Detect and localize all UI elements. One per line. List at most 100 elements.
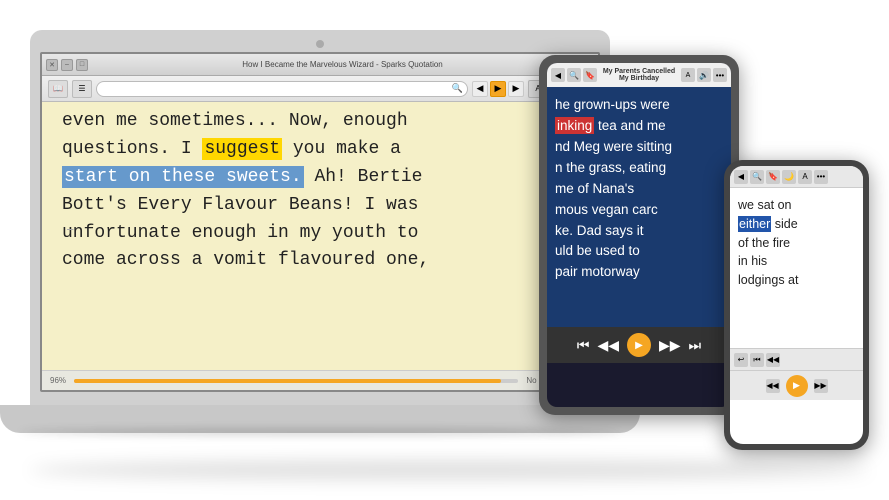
phone-line1: we sat on: [738, 196, 855, 215]
content-line4: Bott's Every Flavour Beans! I was: [62, 192, 578, 220]
tablet-audio-icon[interactable]: 🔊: [697, 68, 711, 82]
maximize-btn[interactable]: □: [76, 59, 88, 71]
tablet-text-line1a: he grown-ups were: [555, 97, 670, 112]
phone-rewind-icon[interactable]: ◀◀: [766, 353, 780, 367]
phone-text-line4: lodgings at: [738, 273, 798, 287]
laptop-navbar: 📖 ☰ 🔍 ◀ ▶ ▶ A ⚙ ?: [42, 76, 598, 102]
tablet-book-title: My Parents Cancelled My Birthday: [599, 68, 679, 82]
phone-more-icon[interactable]: •••: [814, 170, 828, 184]
phone-moon-icon[interactable]: 🌙: [782, 170, 796, 184]
search-icon: 🔍: [452, 83, 463, 94]
laptop-body: ✕ – □ How I Became the Marvelous Wizard …: [30, 30, 610, 410]
highlighted-suggest: suggest: [202, 138, 282, 160]
phone-font-icon[interactable]: A: [798, 170, 812, 184]
tablet-device: ◀ 🔍 🔖 My Parents Cancelled My Birthday A…: [539, 55, 739, 415]
tablet-text-line7: uld be used to: [555, 243, 640, 258]
prev-btn[interactable]: ◀: [472, 81, 488, 97]
tablet-text-line6: ke. Dad says it: [555, 223, 644, 238]
phone-device: ◀ 🔍 🔖 🌙 A ••• we sat on either side: [724, 160, 869, 450]
phone-bookmark-icon[interactable]: 🔖: [766, 170, 780, 184]
highlighted-line3: start on these sweets.: [62, 166, 304, 188]
progress-bar-container[interactable]: [74, 379, 518, 383]
phone-screen: ◀ 🔍 🔖 🌙 A ••• we sat on either side: [730, 166, 863, 444]
tablet-rewind-btn[interactable]: ◀◀: [597, 337, 619, 354]
phone-text-line1a: we sat on: [738, 198, 792, 212]
phone-undo-icon[interactable]: ↩: [734, 353, 748, 367]
play-btn[interactable]: ▶: [490, 81, 506, 97]
phone-line4: lodgings at: [738, 271, 855, 290]
phone-line2: of the fire: [738, 234, 855, 253]
phone-player: ◀◀ ▶ ▶▶: [730, 370, 863, 400]
content-line6: come across a vomit flavoured one,: [62, 247, 578, 275]
phone-toolbar-top: ◀ 🔍 🔖 🌙 A •••: [730, 166, 863, 188]
tablet-line3: n the grass, eating: [555, 158, 723, 179]
text-line2b: you make a: [282, 139, 401, 159]
laptop-titlebar: ✕ – □ How I Became the Marvelous Wizard …: [42, 54, 598, 76]
phone-search-icon[interactable]: 🔍: [750, 170, 764, 184]
text-line6: come across a vomit flavoured one,: [62, 250, 429, 270]
laptop-screen: ✕ – □ How I Became the Marvelous Wizard …: [40, 52, 600, 392]
phone-body: ◀ 🔍 🔖 🌙 A ••• we sat on either side: [724, 160, 869, 450]
tablet-text-line2: nd Meg were sitting: [555, 139, 672, 154]
content-line2: questions. I suggest you make a: [62, 136, 578, 164]
tablet-player: ⏮ ◀◀ ▶ ▶▶ ⏭: [547, 327, 731, 363]
phone-skip-back-icon[interactable]: ⏮: [750, 353, 764, 367]
tablet-fast-fwd-btn[interactable]: ▶▶: [659, 337, 681, 354]
tablet-text-1b: tea and me: [594, 118, 665, 133]
tablet-line4: me of Nana's: [555, 179, 723, 200]
menu-icon[interactable]: ☰: [72, 80, 92, 98]
tablet-font-icon[interactable]: A: [681, 68, 695, 82]
line-marker-right: –: [66, 220, 588, 242]
tablet-line1: he grown-ups were: [555, 95, 723, 116]
next-btn[interactable]: ▶: [508, 81, 524, 97]
close-btn[interactable]: ✕: [46, 59, 58, 71]
content-line5: – unfortunate enough in my youth to –: [62, 220, 578, 248]
tablet-line-drinking: inking tea and me: [555, 116, 723, 137]
tablet-text-line8: pair motorway: [555, 264, 640, 279]
tablet-search-icon[interactable]: 🔍: [567, 68, 581, 82]
text-line1: even me sometimes... Now, enough: [62, 111, 408, 131]
window-title: How I Became the Marvelous Wizard - Spar…: [91, 60, 594, 69]
phone-toolbar-bottom: ↩ ⏮ ◀◀: [730, 348, 863, 370]
phone-back-icon[interactable]: ◀: [734, 170, 748, 184]
phone-next-btn[interactable]: ▶▶: [814, 379, 828, 393]
book-content: even me sometimes... Now, enough questio…: [42, 102, 598, 283]
tablet-drinking-word: inking: [555, 117, 594, 134]
tablet-line5: mous vegan carc: [555, 200, 723, 221]
tablet-book-content: he grown-ups were inking tea and me nd M…: [547, 87, 731, 327]
book-icon[interactable]: 📖: [48, 80, 68, 98]
content-line1: even me sometimes... Now, enough: [62, 108, 578, 136]
tablet-more-icon[interactable]: •••: [713, 68, 727, 82]
phone-text-side: side: [771, 217, 797, 231]
tablet-skip-fwd-btn[interactable]: ⏭: [689, 337, 702, 354]
text-line4: Bott's Every Flavour Beans! I was: [62, 195, 418, 215]
search-bar[interactable]: 🔍: [96, 81, 468, 97]
nav-controls: ◀ ▶ ▶: [472, 81, 524, 97]
tablet-screen: ◀ 🔍 🔖 My Parents Cancelled My Birthday A…: [547, 63, 731, 407]
progress-bar-fill: [74, 379, 501, 383]
tablet-back-icon[interactable]: ◀: [551, 68, 565, 82]
laptop-base-shadow: [20, 428, 620, 436]
phone-line-either: either side: [738, 215, 855, 234]
tablet-body: ◀ 🔍 🔖 My Parents Cancelled My Birthday A…: [539, 55, 739, 415]
minimize-btn[interactable]: –: [61, 59, 73, 71]
phone-prev-btn[interactable]: ◀◀: [766, 379, 780, 393]
screen-footer: 96% No page numbers: [42, 370, 598, 390]
phone-text-line3: in his: [738, 254, 767, 268]
phone-play-btn[interactable]: ▶: [786, 375, 808, 397]
phone-book-content: we sat on either side of the fire in his…: [730, 188, 863, 348]
tablet-text-line4: me of Nana's: [555, 181, 634, 196]
tablet-skip-back-btn[interactable]: ⏮: [577, 337, 590, 354]
tablet-text-line3: n the grass, eating: [555, 160, 666, 175]
content-line3: start on these sweets. Ah! Bertie: [62, 164, 578, 192]
tablet-play-btn[interactable]: ▶: [627, 333, 651, 357]
tablet-line2: nd Meg were sitting: [555, 137, 723, 158]
progress-percent: 96%: [50, 376, 66, 385]
phone-line3: in his: [738, 252, 855, 271]
tablet-bookmark-icon[interactable]: 🔖: [583, 68, 597, 82]
phone-text-line2: of the fire: [738, 236, 790, 250]
phone-either-word: either: [738, 216, 771, 232]
text-line2a: questions. I: [62, 139, 202, 159]
tablet-toolbar: ◀ 🔍 🔖 My Parents Cancelled My Birthday A…: [547, 63, 731, 87]
laptop-camera: [316, 40, 324, 48]
